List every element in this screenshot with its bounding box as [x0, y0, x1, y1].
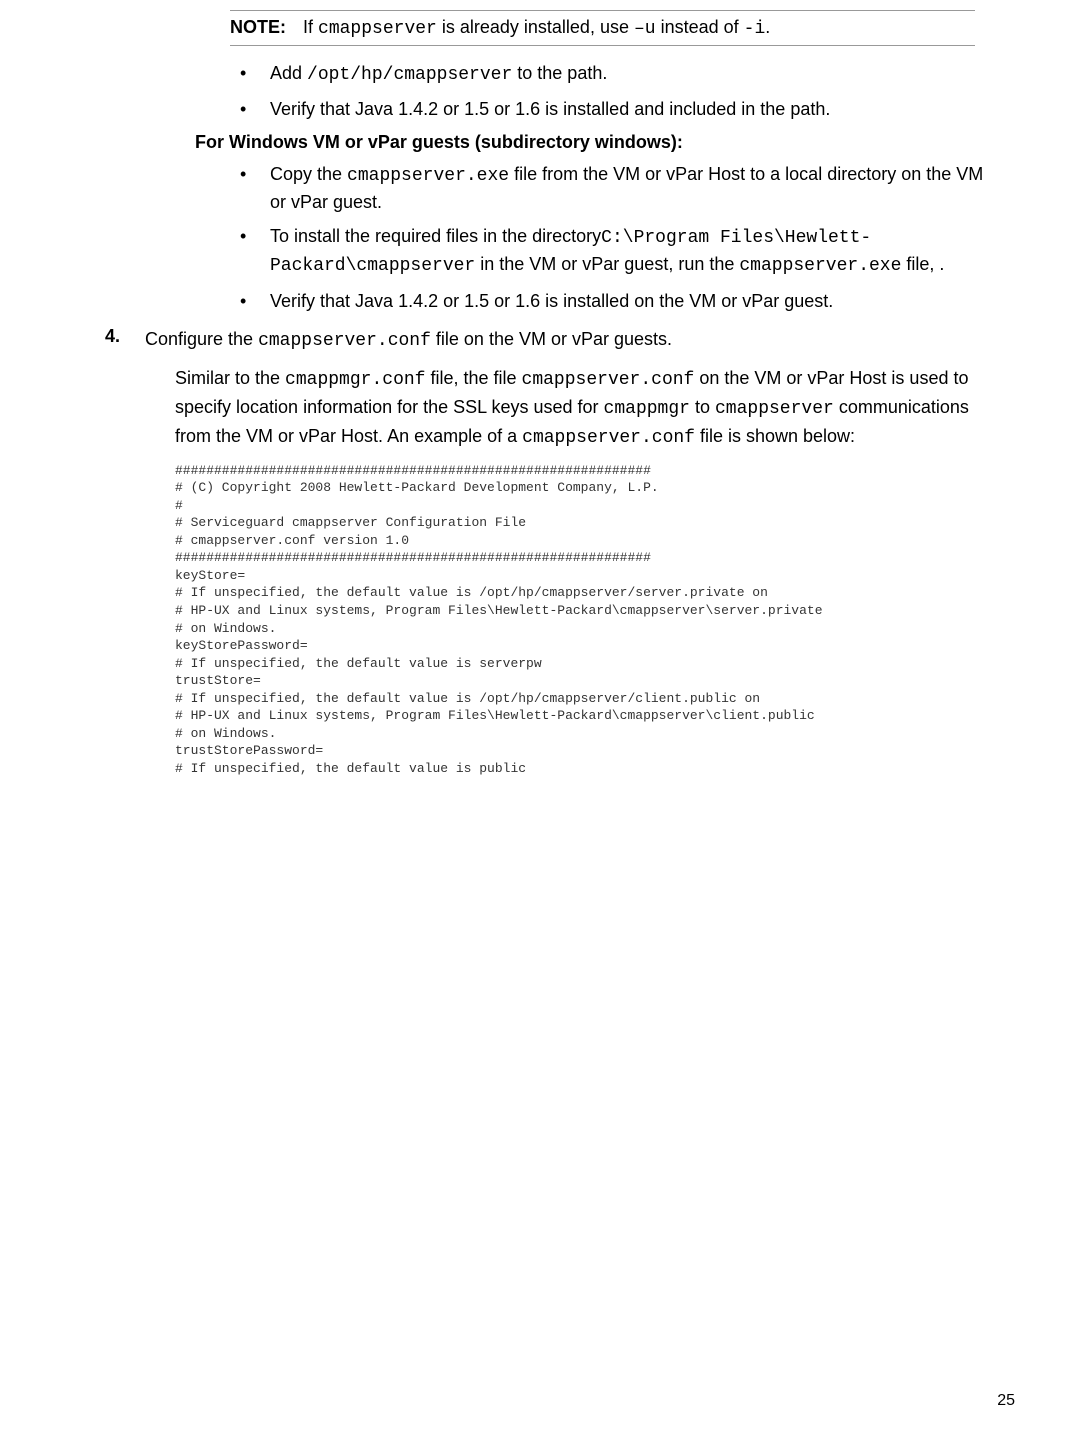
subheading: For Windows VM or vPar guests (subdirect…	[195, 132, 995, 153]
note-code-2: –u	[634, 19, 656, 39]
body-text: To install the required files in the dir…	[270, 226, 601, 246]
note-label: NOTE:	[230, 17, 286, 37]
list-item: Add /opt/hp/cmappserver to the path.	[230, 60, 995, 88]
code-text: cmappserver.conf	[522, 428, 695, 448]
body-text: to the path.	[512, 63, 607, 83]
note-code-1: cmappserver	[318, 19, 437, 39]
code-text: cmappserver.conf	[522, 370, 695, 390]
code-text: cmappserver.conf	[258, 331, 431, 351]
note-box: NOTE: If cmappserver is already installe…	[230, 10, 975, 46]
body-text: Add	[270, 63, 307, 83]
step-body: Configure the cmappserver.conf file on t…	[145, 326, 995, 355]
note-text-3: instead of	[656, 17, 744, 37]
paragraph: Similar to the cmappmgr.conf file, the f…	[175, 365, 995, 452]
page-content: NOTE: If cmappserver is already installe…	[0, 0, 1080, 818]
note-text-4: .	[765, 17, 770, 37]
body-text: Configure the	[145, 329, 258, 349]
body-text: to	[690, 397, 715, 417]
note-code-3: -i	[744, 19, 766, 39]
body-text: file, .	[901, 254, 944, 274]
body-text: Verify that Java 1.4.2 or 1.5 or 1.6 is …	[270, 99, 830, 119]
bullet-list-1: Add /opt/hp/cmappserver to the path. Veri…	[230, 60, 995, 122]
code-text: cmappserver.exe	[739, 256, 901, 276]
step-number: 4.	[85, 326, 145, 347]
body-text: file on the VM or vPar guests.	[431, 329, 672, 349]
list-item: Verify that Java 1.4.2 or 1.5 or 1.6 is …	[230, 96, 995, 122]
code-text: /opt/hp/cmappserver	[307, 65, 512, 85]
code-text: cmappserver	[715, 399, 834, 419]
note-text-1: If	[303, 17, 318, 37]
code-text: cmappserver.exe	[347, 166, 509, 186]
body-text: file is shown below:	[695, 426, 855, 446]
body-text: Verify that Java 1.4.2 or 1.5 or 1.6 is …	[270, 291, 833, 311]
note-text-2: is already installed, use	[437, 17, 634, 37]
body-text: Similar to the	[175, 368, 285, 388]
list-item: Verify that Java 1.4.2 or 1.5 or 1.6 is …	[230, 288, 995, 314]
code-text: cmappmgr.conf	[285, 370, 425, 390]
code-text: cmappmgr	[604, 399, 690, 419]
bullet-list-2: Copy the cmappserver.exe file from the V…	[230, 161, 995, 313]
list-item: To install the required files in the dir…	[230, 223, 995, 279]
list-item: Copy the cmappserver.exe file from the V…	[230, 161, 995, 215]
page-number: 25	[997, 1392, 1015, 1410]
body-text: file, the file	[425, 368, 521, 388]
step-4: 4. Configure the cmappserver.conf file o…	[85, 326, 995, 355]
body-text: in the VM or vPar guest, run the	[475, 254, 739, 274]
code-block: ########################################…	[175, 462, 995, 778]
body-text: Copy the	[270, 164, 347, 184]
